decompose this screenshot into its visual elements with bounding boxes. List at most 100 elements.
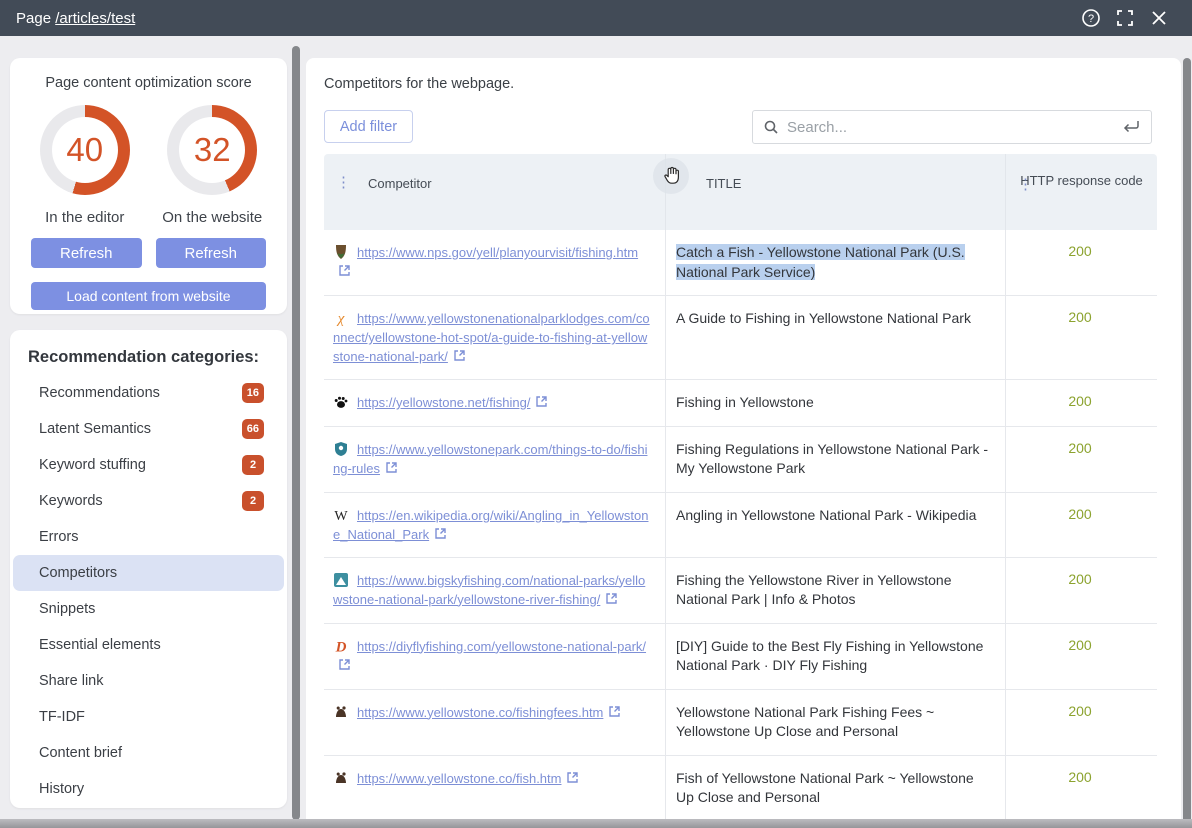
svg-text:?: ? <box>1088 13 1094 25</box>
column-header-http-code[interactable]: ⋮ HTTP response code <box>1005 154 1157 230</box>
search-input[interactable] <box>787 119 1121 136</box>
external-link-icon[interactable] <box>434 527 447 540</box>
http-code-cell: 200 <box>1005 380 1157 426</box>
load-content-button[interactable]: Load content from website <box>31 282 266 310</box>
competitor-cell: Dhttps://diyflyfishing.com/yellowstone-n… <box>324 624 665 689</box>
sidebar-item-keyword-stuffing[interactable]: Keyword stuffing2 <box>13 447 284 483</box>
category-label: Keyword stuffing <box>39 457 242 473</box>
category-label: Errors <box>39 529 264 545</box>
panel-description: Competitors for the webpage. <box>324 76 514 92</box>
competitor-url-link[interactable]: https://www.nps.gov/yell/planyourvisit/f… <box>357 245 638 260</box>
external-link-icon[interactable] <box>566 771 579 784</box>
competitor-cell: https://www.yellowstone.co/fishingfees.h… <box>324 690 665 755</box>
table-row: https://www.nps.gov/yell/planyourvisit/f… <box>324 230 1157 295</box>
title-cell: Fishing Regulations in Yellowstone Natio… <box>665 427 1005 492</box>
category-label: History <box>39 781 264 797</box>
competitor-cell: https://www.bigskyfishing.com/national-p… <box>324 558 665 623</box>
sidebar-item-errors[interactable]: Errors <box>13 519 284 555</box>
refresh-button[interactable]: Refresh <box>31 238 142 268</box>
competitor-cell: https://www.yellowstone.co/fish.htm <box>324 756 665 821</box>
enter-key-icon <box>1121 120 1141 134</box>
category-label: Snippets <box>39 601 264 617</box>
title-cell: Yellowstone National Park Fishing Fees ~… <box>665 690 1005 755</box>
bear-favicon <box>333 704 349 720</box>
nps-arrowhead-favicon <box>333 244 349 260</box>
http-code-cell: 200 <box>1005 493 1157 557</box>
add-filter-button[interactable]: Add filter <box>324 110 413 143</box>
competitor-url-link[interactable]: https://www.yellowstone.co/fish.htm <box>357 771 561 786</box>
competitor-cell: https://www.yellowstonepark.com/things-t… <box>324 427 665 492</box>
xanterra-x-favicon: χ <box>333 310 349 326</box>
competitor-url-link[interactable]: https://www.yellowstonenationalparklodge… <box>333 311 650 364</box>
category-label: Keywords <box>39 493 242 509</box>
sidebar-item-history[interactable]: History <box>13 771 284 807</box>
drag-handle-icon[interactable]: ⋮ <box>336 173 351 191</box>
competitor-url-link[interactable]: https://en.wikipedia.org/wiki/Angling_in… <box>333 508 648 542</box>
competitor-cell: https://yellowstone.net/fishing/ <box>324 380 665 426</box>
svg-text:D: D <box>335 639 347 654</box>
sidebar-item-share-link[interactable]: Share link <box>13 663 284 699</box>
http-code-cell: 200 <box>1005 558 1157 623</box>
competitor-url-link[interactable]: https://yellowstone.net/fishing/ <box>357 395 530 410</box>
external-link-icon[interactable] <box>338 264 351 277</box>
donut-gauge: 32 <box>167 105 257 195</box>
sidebar-item-competitors[interactable]: Competitors <box>13 555 284 591</box>
http-code-cell: 200 <box>1005 690 1157 755</box>
gauge-value: 32 <box>167 105 257 195</box>
external-link-icon[interactable] <box>535 395 548 408</box>
category-label: Latent Semantics <box>39 421 242 437</box>
main-scrollbar[interactable] <box>1183 58 1191 828</box>
recommendation-categories-card: Recommendation categories: Recommendatio… <box>10 330 287 808</box>
sidebar-item-essential-elements[interactable]: Essential elements <box>13 627 284 663</box>
table-header: ⋮ Competitor TITLE ⋮ HTTP response code <box>324 154 1157 230</box>
svg-text:W: W <box>334 509 348 523</box>
sidebar-item-content-brief[interactable]: Content brief <box>13 735 284 771</box>
title-cell: Angling in Yellowstone National Park - W… <box>665 493 1005 557</box>
category-count-badge: 16 <box>242 383 264 403</box>
http-code-cell: 200 <box>1005 624 1157 689</box>
drag-handle-icon[interactable]: ⋮ <box>1018 173 1033 198</box>
close-icon[interactable] <box>1142 4 1176 32</box>
external-link-icon[interactable] <box>453 349 466 362</box>
paw-print-favicon <box>333 394 349 410</box>
search-box[interactable] <box>752 110 1152 144</box>
competitors-table: ⋮ Competitor TITLE ⋮ HTTP response code … <box>324 154 1157 821</box>
external-link-icon[interactable] <box>385 461 398 474</box>
external-link-icon[interactable] <box>338 658 351 671</box>
gauge-row: 40 In the editor 32 On the website <box>21 105 276 226</box>
category-count-badge: 66 <box>242 419 264 439</box>
refresh-button[interactable]: Refresh <box>156 238 267 268</box>
competitor-url-link[interactable]: https://www.yellowstone.co/fishingfees.h… <box>357 705 603 720</box>
table-row: https://www.yellowstone.co/fish.htm Fish … <box>324 755 1157 821</box>
page-title: Page /articles/test <box>16 10 135 27</box>
competitor-url-link[interactable]: https://www.yellowstonepark.com/things-t… <box>333 442 647 476</box>
sidebar-item-tf-idf[interactable]: TF-IDF <box>13 699 284 735</box>
category-count-badge: 2 <box>242 491 264 511</box>
gauge-caption: In the editor <box>45 209 124 226</box>
column-header-competitor[interactable]: ⋮ Competitor <box>324 154 665 230</box>
competitor-url-link[interactable]: https://www.bigskyfishing.com/national-p… <box>333 573 645 607</box>
http-code-cell: 200 <box>1005 296 1157 379</box>
title-cell: Fishing in Yellowstone <box>665 380 1005 426</box>
mountain-favicon <box>333 572 349 588</box>
external-link-icon[interactable] <box>605 592 618 605</box>
sidebar-item-recommendations[interactable]: Recommendations16 <box>13 375 284 411</box>
sidebar-item-keywords[interactable]: Keywords2 <box>13 483 284 519</box>
help-icon[interactable]: ? <box>1074 4 1108 32</box>
fullscreen-icon[interactable] <box>1108 4 1142 32</box>
competitor-url-link[interactable]: https://diyflyfishing.com/yellowstone-na… <box>357 639 646 654</box>
sidebar-scrollbar[interactable] <box>292 46 300 820</box>
external-link-icon[interactable] <box>608 705 621 718</box>
page-path-link[interactable]: /articles/test <box>55 10 135 27</box>
title-cell: Catch a Fish - Yellowstone National Park… <box>665 230 1005 295</box>
categories-heading: Recommendation categories: <box>10 338 287 375</box>
column-header-title[interactable]: TITLE <box>665 154 1005 230</box>
table-row: χhttps://www.yellowstonenationalparklodg… <box>324 295 1157 379</box>
categories-list: Recommendations16Latent Semantics66Keywo… <box>10 375 287 807</box>
sidebar-item-snippets[interactable]: Snippets <box>13 591 284 627</box>
http-code-cell: 200 <box>1005 427 1157 492</box>
sidebar-item-latent-semantics[interactable]: Latent Semantics66 <box>13 411 284 447</box>
title-cell: Fish of Yellowstone National Park ~ Yell… <box>665 756 1005 821</box>
optimization-score-card: Page content optimization score 40 In th… <box>10 58 287 314</box>
category-label: Share link <box>39 673 264 689</box>
